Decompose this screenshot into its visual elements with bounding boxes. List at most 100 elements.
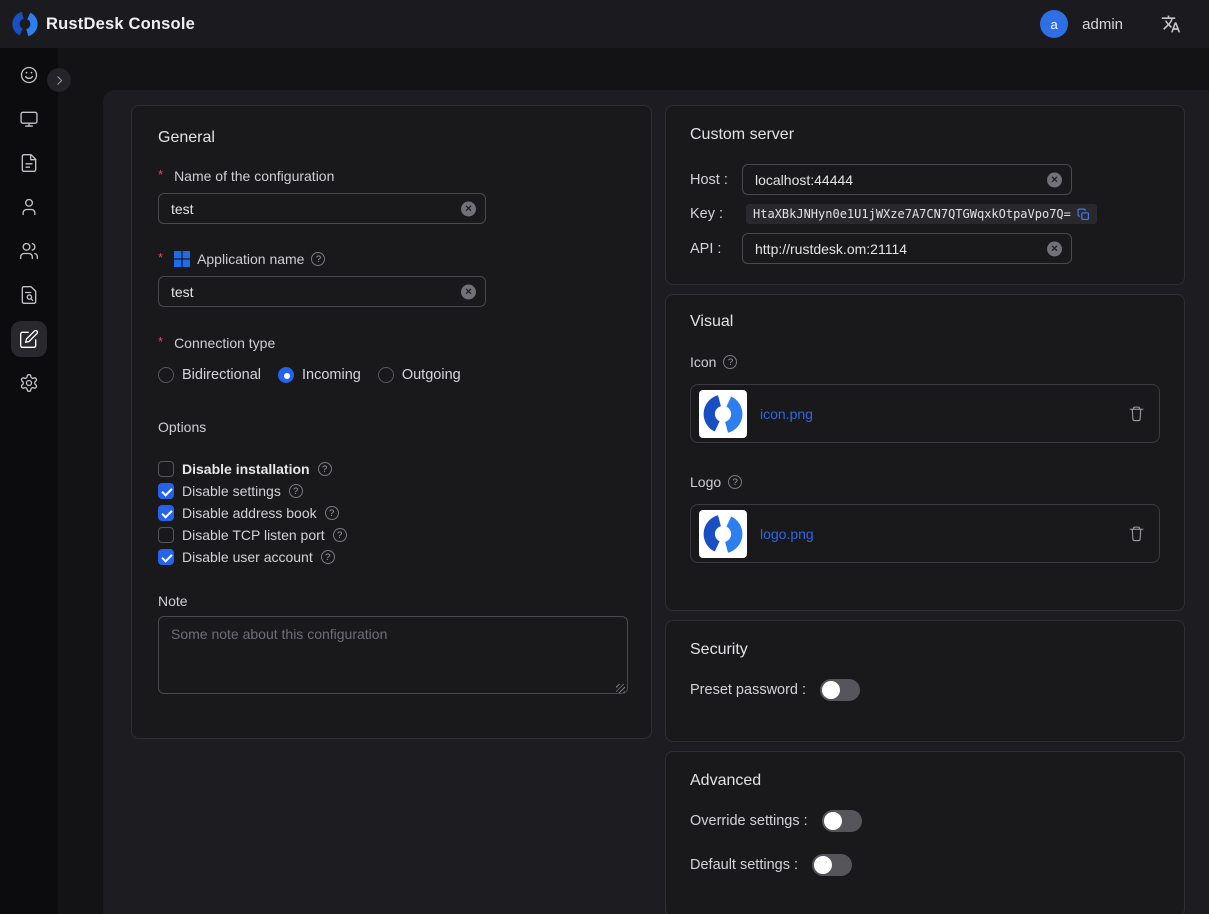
radio-bidirectional-label: Bidirectional — [182, 367, 261, 383]
logo-help-icon[interactable] — [728, 475, 742, 489]
checkbox-disable-tcp-listen-port[interactable]: Disable TCP listen port — [158, 524, 625, 546]
checkbox-disable-installation[interactable]: Disable installation — [158, 458, 625, 480]
connection-type-group: Bidirectional Incoming Outgoing — [158, 367, 625, 383]
devices-icon — [19, 109, 39, 129]
clear-app-name-icon[interactable] — [461, 284, 476, 299]
gear-icon — [19, 373, 39, 393]
checkbox-disable-address-book-control[interactable] — [158, 505, 174, 521]
default-settings-toggle[interactable] — [812, 854, 852, 876]
sidebar-item-custom-clients[interactable] — [11, 321, 47, 357]
app-name-label: Application name — [158, 251, 625, 267]
app-name-help-icon[interactable] — [311, 252, 325, 266]
key-row: Key : HtaXBkJNHyn0e1U1jWXze7A7CN7QTGWqxk… — [690, 204, 1160, 224]
note-textarea-wrap — [158, 616, 628, 699]
custom-server-title: Custom server — [690, 126, 1160, 144]
radio-incoming-control[interactable] — [278, 367, 294, 383]
document-icon — [19, 153, 39, 173]
note-textarea[interactable] — [158, 616, 628, 694]
delete-logo-file-icon[interactable] — [1128, 525, 1145, 542]
sidebar-item-groups[interactable] — [11, 233, 47, 269]
disable-user-account-help-icon[interactable] — [321, 550, 335, 564]
preset-password-row: Preset password : — [690, 679, 1160, 701]
checkbox-disable-user-account[interactable]: Disable user account — [158, 546, 625, 568]
checkbox-disable-user-account-control[interactable] — [158, 549, 174, 565]
icon-label: Icon — [690, 354, 1160, 370]
checkbox-disable-address-book-label: Disable address book — [182, 505, 317, 521]
radio-bidirectional-control[interactable] — [158, 367, 174, 383]
radio-bidirectional[interactable]: Bidirectional — [158, 367, 261, 383]
translate-icon[interactable] — [1161, 14, 1181, 34]
disable-settings-help-icon[interactable] — [289, 484, 303, 498]
sidebar-expand-button[interactable] — [47, 68, 71, 92]
sidebar-item-settings[interactable] — [11, 365, 47, 401]
checkbox-disable-settings[interactable]: Disable settings — [158, 480, 625, 502]
custom-server-card: Custom server Host : Key : HtaXBkJNHyn0e… — [665, 105, 1185, 285]
radio-outgoing[interactable]: Outgoing — [378, 367, 461, 383]
app-name-label-text: Application name — [197, 251, 304, 267]
api-input[interactable] — [742, 233, 1072, 264]
logo-label: Logo — [690, 474, 1160, 490]
logo-label-text: Logo — [690, 474, 721, 490]
disable-address-book-help-icon[interactable] — [325, 506, 339, 520]
app-title: RustDesk Console — [46, 15, 195, 34]
logo-file-row: logo.png — [690, 504, 1160, 563]
api-input-wrap — [742, 233, 1072, 264]
clear-api-icon[interactable] — [1047, 241, 1062, 256]
right-column: Custom server Host : Key : HtaXBkJNHyn0e… — [665, 105, 1185, 914]
disable-tcp-listen-port-help-icon[interactable] — [333, 528, 347, 542]
config-name-input[interactable] — [158, 193, 486, 224]
checkbox-disable-installation-control[interactable] — [158, 461, 174, 477]
checkbox-disable-settings-control[interactable] — [158, 483, 174, 499]
rustdesk-logo-icon — [703, 514, 743, 554]
options-label: Options — [158, 419, 625, 435]
icon-file-row: icon.png — [690, 384, 1160, 443]
copy-key-icon[interactable] — [1077, 208, 1090, 221]
sidebar-item-dashboard[interactable] — [11, 57, 47, 93]
host-input[interactable] — [742, 164, 1072, 195]
note-label: Note — [158, 593, 625, 609]
general-card: General Name of the configuration Applic… — [131, 105, 652, 739]
checkbox-disable-user-account-label: Disable user account — [182, 549, 313, 565]
advanced-card: Advanced Override settings : Default set… — [665, 751, 1185, 914]
clear-host-icon[interactable] — [1047, 172, 1062, 187]
disable-installation-help-icon[interactable] — [318, 462, 332, 476]
sidebar-item-users[interactable] — [11, 189, 47, 225]
override-settings-row: Override settings : — [690, 810, 1160, 832]
windows-icon — [174, 251, 190, 267]
delete-icon-file-icon[interactable] — [1128, 405, 1145, 422]
checkbox-disable-address-book[interactable]: Disable address book — [158, 502, 625, 524]
smiley-icon — [19, 65, 39, 85]
edit-square-icon — [19, 329, 39, 349]
rustdesk-logo-icon — [703, 394, 743, 434]
sidebar-item-sessions[interactable] — [11, 145, 47, 181]
key-chip: HtaXBkJNHyn0e1U1jWXze7A7CN7QTGWqxkOtpaVp… — [746, 204, 1097, 224]
connection-type-label-text: Connection type — [174, 335, 275, 351]
advanced-title: Advanced — [690, 772, 1160, 790]
sidebar-item-audit[interactable] — [11, 277, 47, 313]
icon-thumbnail — [699, 390, 747, 438]
resize-handle[interactable] — [616, 684, 625, 693]
override-settings-toggle[interactable] — [822, 810, 862, 832]
icon-file-link[interactable]: icon.png — [760, 406, 813, 422]
checkbox-disable-tcp-listen-port-control[interactable] — [158, 527, 174, 543]
key-value: HtaXBkJNHyn0e1U1jWXze7A7CN7QTGWqxkOtpaVp… — [753, 207, 1071, 221]
chevron-right-icon — [53, 74, 66, 87]
host-input-wrap — [742, 164, 1072, 195]
config-name-label: Name of the configuration — [158, 168, 625, 184]
key-label: Key : — [690, 206, 742, 222]
app-name-input[interactable] — [158, 276, 486, 307]
preset-password-toggle[interactable] — [820, 679, 860, 701]
username[interactable]: admin — [1082, 16, 1123, 33]
clear-config-name-icon[interactable] — [461, 201, 476, 216]
icon-help-icon[interactable] — [723, 355, 737, 369]
document-search-icon — [19, 285, 39, 305]
sidebar-item-devices[interactable] — [11, 101, 47, 137]
icon-label-text: Icon — [690, 354, 716, 370]
logo-file-link[interactable]: logo.png — [760, 526, 814, 542]
general-title: General — [158, 129, 625, 147]
security-card: Security Preset password : — [665, 620, 1185, 742]
radio-outgoing-control[interactable] — [378, 367, 394, 383]
avatar[interactable]: a — [1040, 10, 1068, 38]
radio-incoming[interactable]: Incoming — [278, 367, 361, 383]
options-group: Disable installation Disable settings Di… — [158, 458, 625, 568]
